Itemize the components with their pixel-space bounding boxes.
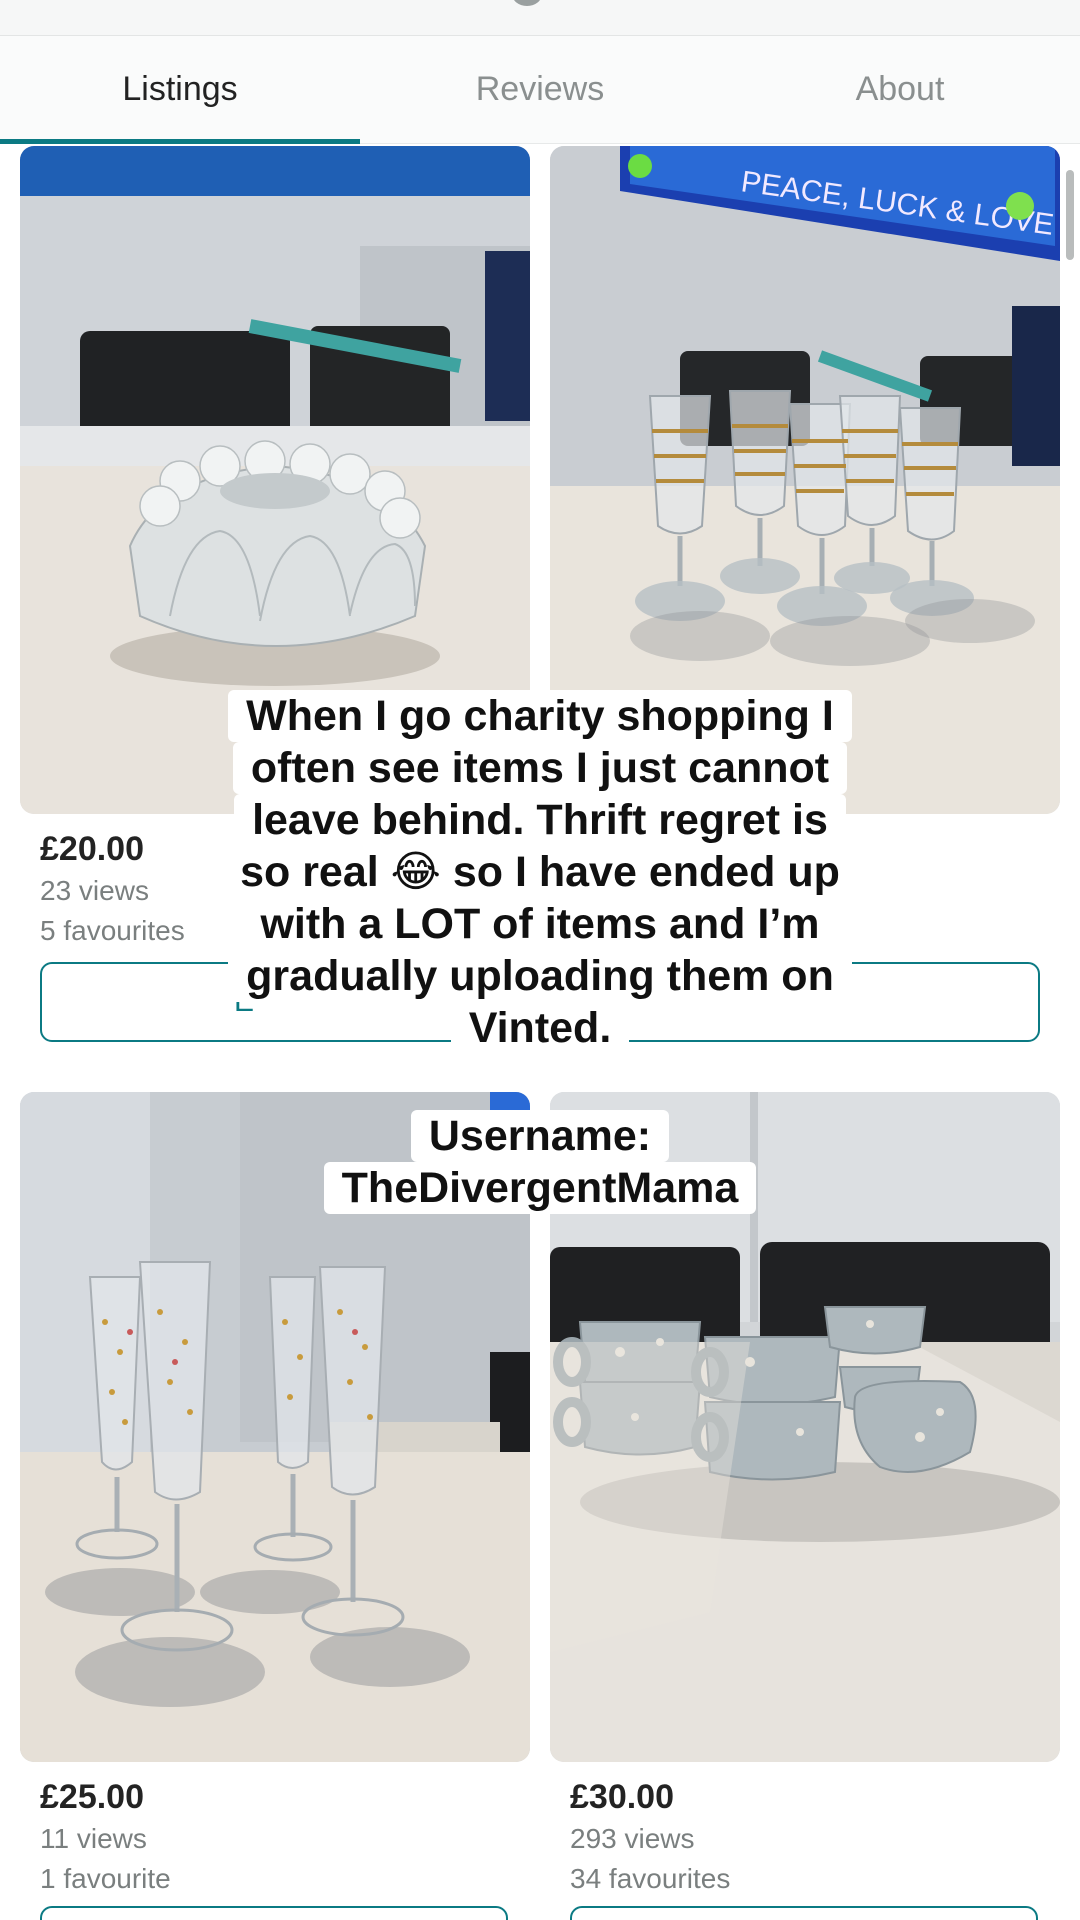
username-value: TheDivergentMama: [323, 1162, 757, 1214]
tab-about[interactable]: About: [720, 36, 1080, 143]
bump-button[interactable]: E: [40, 962, 1040, 1042]
scrollbar-thumb[interactable]: [1066, 170, 1074, 260]
status-strip: [0, 0, 1080, 36]
bump-button-label: E: [234, 985, 255, 1018]
profile-tabs: Listings Reviews About: [0, 36, 1080, 144]
listing-favourites: 5 favourites: [40, 915, 185, 946]
handle-indicator: [512, 0, 542, 6]
listing-views: 23 views: [40, 875, 149, 906]
listing-price: £30.00: [570, 1778, 674, 1816]
username-overlay: Username: TheDivergentMama: [0, 1110, 1080, 1214]
tab-listings[interactable]: Listings: [0, 36, 360, 144]
bump-button[interactable]: [40, 1906, 508, 1920]
caption-line: so real 😂 so I have ended up: [222, 846, 858, 898]
tab-reviews[interactable]: Reviews: [360, 36, 720, 143]
username-label: Username:: [410, 1110, 670, 1162]
bump-button[interactable]: [570, 1906, 1038, 1920]
listing-photo-wine-glasses[interactable]: PEACE, LUCK & LOVE: [550, 146, 1060, 814]
listing-favourites: 34 favourites: [570, 1863, 731, 1894]
listing-price: £20.00: [40, 830, 144, 868]
caption-line: with a LOT of items and I’m: [242, 898, 838, 950]
listing-views: 11 views: [40, 1823, 147, 1854]
listing-favourites: 1 favourite: [40, 1863, 171, 1894]
listing-price: £25.00: [40, 1778, 144, 1816]
listing-views: 293 views: [570, 1823, 695, 1854]
listing-photo-jelly-mould[interactable]: [20, 146, 530, 814]
